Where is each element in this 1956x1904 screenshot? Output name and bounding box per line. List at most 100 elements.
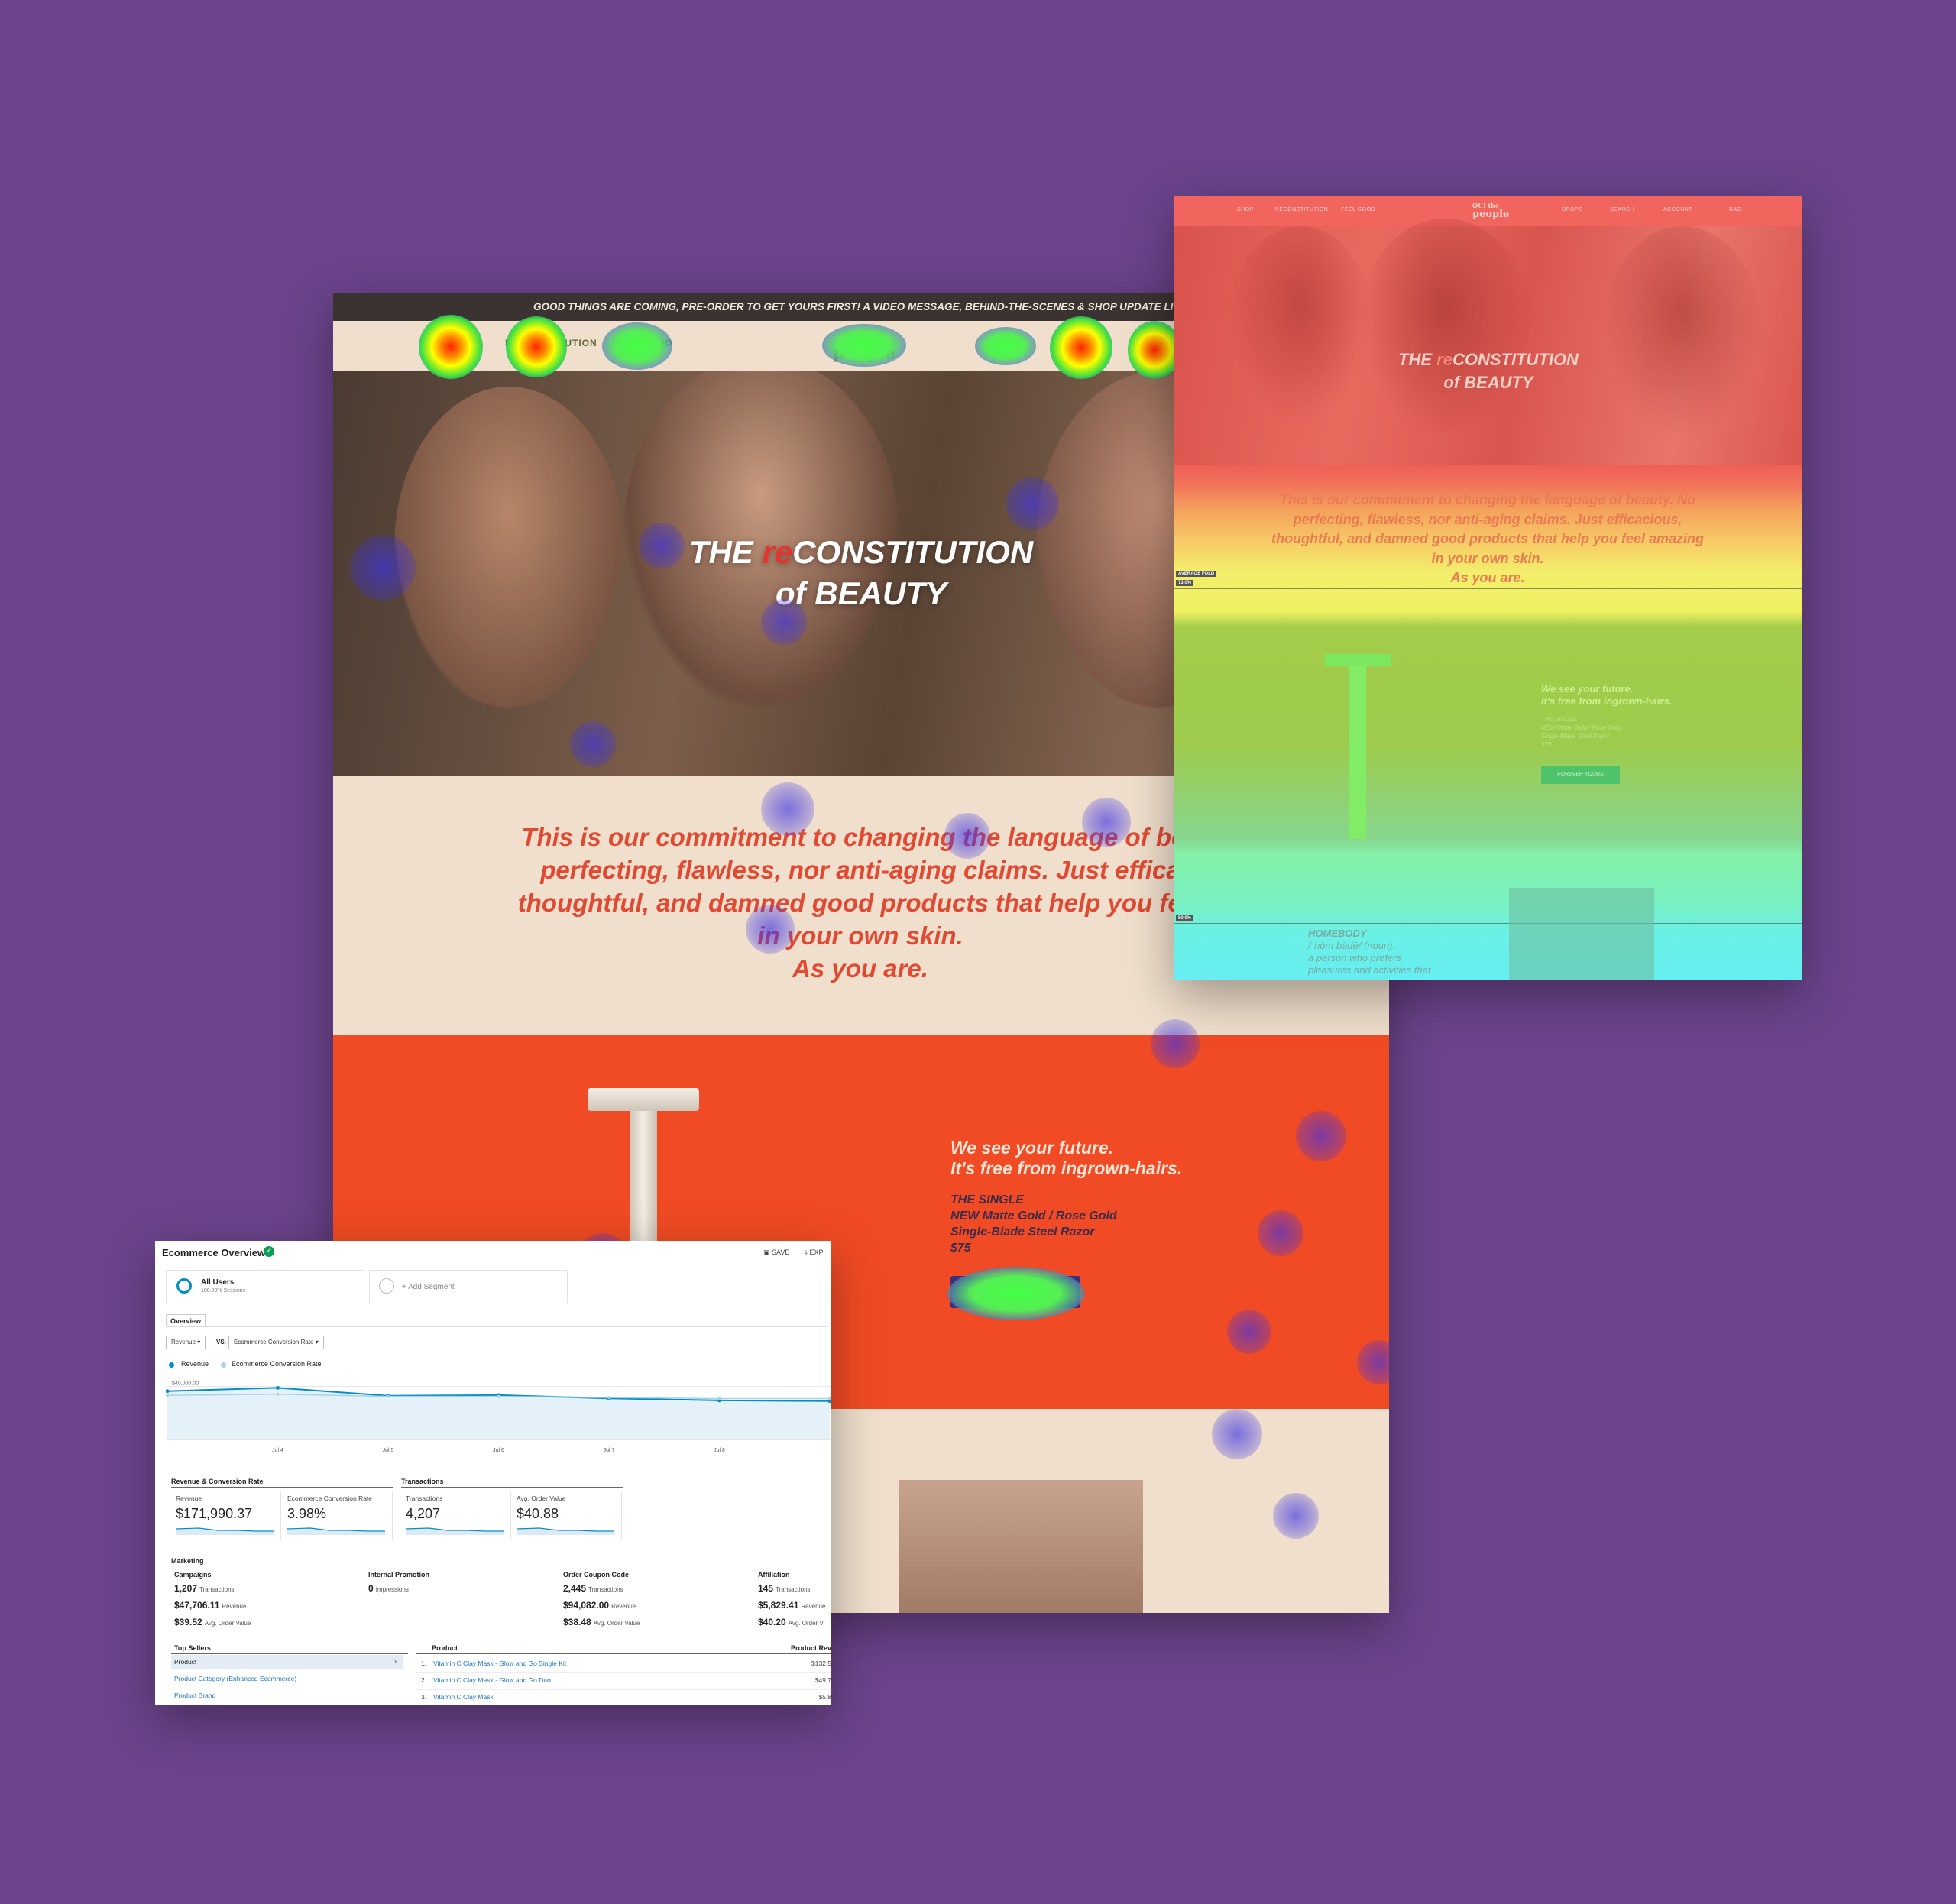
product-description: Single-Blade Steel Razor: [950, 1226, 1095, 1239]
conversion-point[interactable]: [276, 1392, 280, 1396]
sm-nav-shop: SHOP: [1237, 207, 1254, 212]
sm-product-price: $75: [1541, 741, 1552, 748]
nav-feel-good[interactable]: FEEL GOOD: [612, 338, 672, 348]
marketing-title: Marketing: [171, 1557, 204, 1565]
marketing-row-value: $47,706.11: [174, 1600, 220, 1611]
product-revenue: $49,7: [814, 1676, 831, 1684]
marketing-row-value: 2,445: [563, 1583, 587, 1594]
site-logo[interactable]: OUI the people: [830, 330, 899, 361]
metric-sparkline: [176, 1527, 274, 1535]
group-transactions: Transactions: [401, 1478, 444, 1485]
conversion-point[interactable]: [497, 1394, 500, 1398]
average-fold-line: [1174, 588, 1802, 589]
sm-homebody-line-2: a person who prefers: [1308, 952, 1402, 963]
conversion-point[interactable]: [607, 1396, 610, 1400]
top-sellers-divider: [171, 1653, 408, 1654]
marketing-row-label: Transactions: [199, 1586, 235, 1593]
sm-product-variant: NEW Matte Gold / Rose Gold: [1541, 724, 1621, 731]
sm-razor-head: [1325, 654, 1391, 666]
top-sellers-brand[interactable]: Product Brand: [174, 1692, 215, 1699]
metric-value: $171,990.37: [176, 1506, 253, 1521]
search-icon[interactable]: [1051, 335, 1068, 351]
nav-reconstitution[interactable]: RECONSTITUTION: [505, 338, 597, 348]
metric-select-primary[interactable]: Revenue ▾: [166, 1336, 206, 1349]
table-row[interactable]: 3. Vitamin C Clay Mask $5,8: [416, 1689, 831, 1705]
metric-tile[interactable]: Transactions 4,207: [401, 1491, 511, 1540]
marketing-row-label: Transactions: [776, 1586, 811, 1593]
hero-title-re: re: [762, 534, 793, 570]
tab-overview[interactable]: Overview: [166, 1314, 206, 1327]
sm-forever-yours-button: FOREVER YOURS: [1541, 766, 1620, 784]
marketing-row: $94,082.00 Revenue: [563, 1598, 754, 1614]
marketing-row-value: $38.48: [563, 1617, 591, 1627]
marketing-row: 1,207 Transactions: [174, 1581, 365, 1598]
conversion-point[interactable]: [717, 1397, 721, 1400]
marketing-column-name[interactable]: Order Coupon Code: [563, 1571, 754, 1579]
table-row[interactable]: 1. Vitamin C Clay Mask - Glow and Go Sing…: [416, 1656, 831, 1673]
metric-select-secondary[interactable]: Ecommerce Conversion Rate ▾: [228, 1336, 324, 1349]
metric-tile[interactable]: Revenue $171,990.37: [171, 1491, 281, 1540]
marketing-row-label: Revenue: [222, 1603, 247, 1610]
product-column-header: Product: [432, 1644, 458, 1652]
product-name: THE SINGLE: [950, 1193, 1025, 1206]
forever-yours-button[interactable]: FOREVER YOURS: [950, 1276, 1080, 1308]
razor-head-image: [588, 1088, 699, 1111]
sm-hero-title-re: re: [1436, 350, 1452, 369]
metric-tile[interactable]: Ecommerce Conversion Rate 3.98%: [283, 1491, 393, 1540]
metric-tile[interactable]: Avg. Order Value $40.88: [512, 1491, 622, 1540]
product-revenue: $5,8: [818, 1693, 831, 1701]
metric-value: $40.88: [517, 1506, 559, 1521]
sm-product-description: Single-Blade Steel Razor: [1541, 733, 1610, 740]
product-link[interactable]: Vitamin C Clay Mask: [433, 1693, 494, 1701]
save-button[interactable]: ▣ SAVE: [763, 1248, 789, 1257]
marketing-column: Affiliation 145 Transactions $5,829.41 Reven…: [758, 1571, 831, 1631]
product-info: THE SINGLE NEW Matte Gold / Rose Gold Si…: [950, 1192, 1117, 1256]
product-table-divider: [416, 1653, 831, 1654]
nav-shop[interactable]: SHOP: [448, 338, 477, 348]
sm-hero-person-right: [1602, 226, 1763, 440]
logo-bottom: people: [833, 343, 895, 363]
conversion-point[interactable]: [828, 1397, 831, 1400]
marketing-row-label: Avg. Order Value: [593, 1620, 640, 1627]
revenue-point[interactable]: [276, 1385, 280, 1390]
sm-nav-reconstitution: RECONSTITUTION: [1275, 207, 1329, 212]
sm-product-tagline-2: It's free from ingrown-hairs.: [1541, 695, 1673, 707]
segment-all-sub: 100.00% Sessions: [201, 1288, 245, 1294]
table-row[interactable]: 2. Vitamin C Clay Mask - Glow and Go Duo $…: [416, 1672, 831, 1690]
marketing-row: 145 Transactions: [758, 1581, 831, 1598]
top-sellers-category[interactable]: Product Category (Enhanced Ecommerce): [174, 1675, 296, 1682]
conversion-point[interactable]: [166, 1394, 169, 1397]
marketing-column-name[interactable]: Internal Promotion: [368, 1571, 559, 1579]
product-link[interactable]: Vitamin C Clay Mask - Glow and Go Duo: [433, 1676, 551, 1684]
marketing-column: Internal Promotion 0 Impressions: [368, 1571, 559, 1598]
group-revenue-conversion: Revenue & Conversion Rate: [171, 1478, 264, 1485]
metric-sparkline: [287, 1527, 385, 1535]
metric-value: 3.98%: [287, 1506, 327, 1521]
add-segment-button[interactable]: + Add Segment: [369, 1270, 568, 1303]
conversion-point[interactable]: [387, 1394, 390, 1398]
add-segment-label: + Add Segment: [402, 1283, 455, 1291]
hero-title-line2: of BEAUTY: [776, 575, 947, 611]
segment-all-users[interactable]: All Users 100.00% Sessions: [166, 1270, 364, 1303]
sm-nav-bag: BAG: [1729, 207, 1742, 212]
export-button[interactable]: ⤓ EXP: [805, 1248, 824, 1257]
marketing-row-label: Transactions: [588, 1586, 623, 1593]
scroll-map-panel: SHOP RECONSTITUTION FEEL GOOD OUI the pe…: [1174, 196, 1802, 980]
marketing-row-value: $40.20: [758, 1617, 786, 1627]
product-tagline: We see your future. It's free from ingro…: [950, 1138, 1182, 1179]
sm-logo-bottom: people: [1472, 209, 1510, 220]
nav-drops[interactable]: DROPS: [986, 338, 1023, 348]
marketing-column-name[interactable]: Campaigns: [174, 1571, 365, 1579]
marketing-row-value: $39.52: [174, 1617, 202, 1627]
sm-homebody-line-3: pleasures and activities that: [1308, 964, 1431, 976]
marketing-row: $38.48 Avg. Order Value: [563, 1614, 754, 1631]
marketing-column-name[interactable]: Affiliation: [758, 1571, 831, 1579]
account-icon[interactable]: [1146, 336, 1160, 350]
sm-mission-line-3: thoughtful, and damned good products tha…: [1271, 531, 1704, 546]
product-link[interactable]: Vitamin C Clay Mask - Glow and Go Single…: [433, 1660, 566, 1667]
sm-mission-line-2: perfecting, flawless, nor anti-aging cla…: [1293, 511, 1682, 527]
marketing-row: 0 Impressions: [368, 1581, 559, 1598]
top-sellers-product[interactable]: Product: [174, 1658, 196, 1666]
x-tick-label: Jul 4: [272, 1448, 283, 1453]
verified-check-icon: ✓: [264, 1246, 274, 1257]
